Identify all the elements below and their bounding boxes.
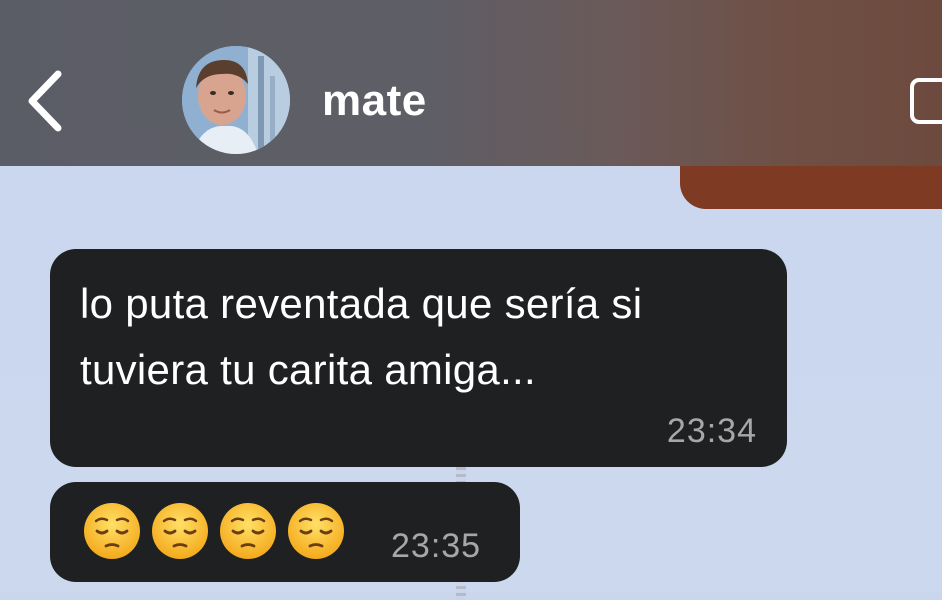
chevron-left-icon <box>28 70 62 132</box>
incoming-emoji-message-bubble[interactable]: 23:35 <box>50 482 520 582</box>
message-timestamp: 23:34 <box>666 412 757 450</box>
back-button[interactable] <box>22 68 72 134</box>
contact-name[interactable]: mate <box>322 76 427 126</box>
avatar[interactable] <box>182 46 290 154</box>
emoji-row <box>82 501 346 561</box>
message-timestamp: 23:35 <box>391 527 482 565</box>
pensive-face-icon <box>84 503 140 559</box>
pensive-face-icon <box>288 503 344 559</box>
message-text: lo puta reventada que sería si tuviera t… <box>80 280 643 393</box>
incoming-message-bubble[interactable]: lo puta reventada que sería si tuviera t… <box>50 249 787 467</box>
pensive-face-icon <box>220 503 276 559</box>
avatar-photo <box>182 46 290 154</box>
chat-header: mate <box>0 0 942 166</box>
square-icon[interactable] <box>910 78 942 124</box>
pensive-face-icon <box>152 503 208 559</box>
